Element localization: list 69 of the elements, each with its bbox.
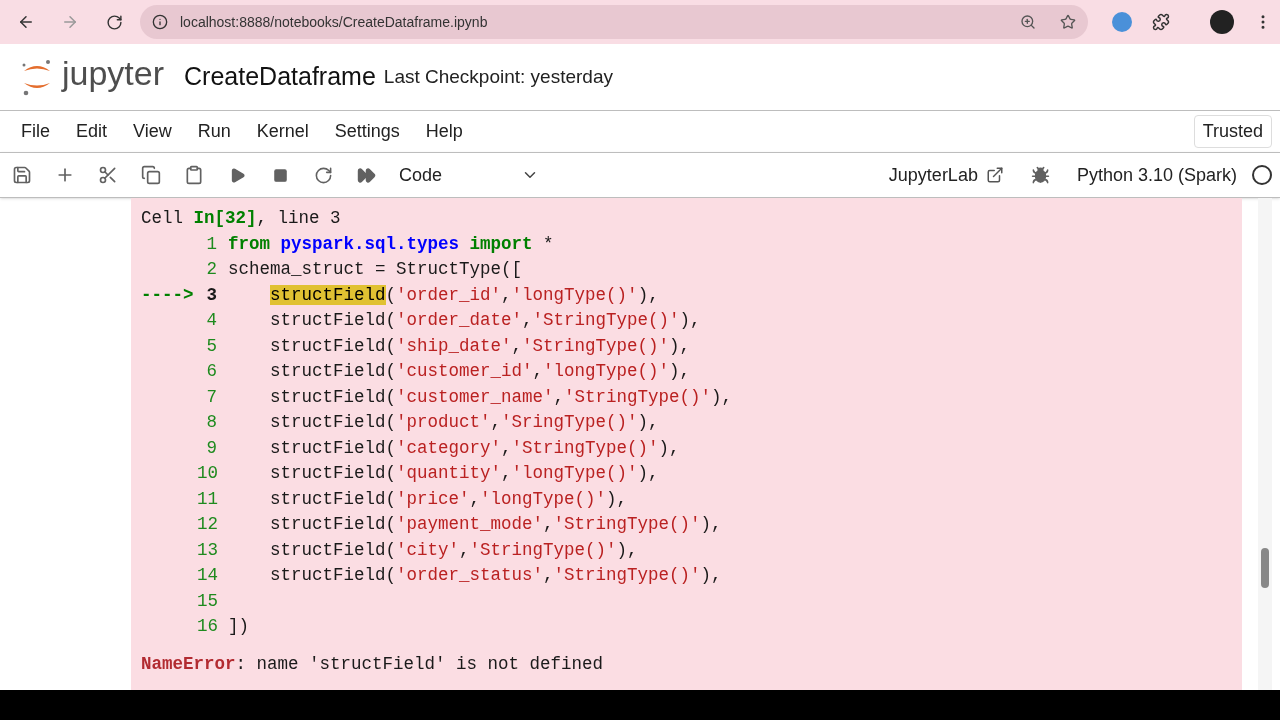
copy-icon — [141, 165, 161, 185]
line-number: 14 — [197, 564, 217, 587]
current-line-arrow: ----> — [141, 283, 195, 307]
jupyter-wordmark: jupyter — [62, 56, 165, 94]
code-line: structField('customer_name','StringType()'), — [270, 385, 733, 409]
external-link-icon — [985, 166, 1004, 184]
notebook-title[interactable]: CreateDataframe — [184, 58, 376, 96]
bookmark-star-icon[interactable] — [1060, 14, 1076, 30]
code-line: structField('city','StringType()'), — [270, 538, 638, 562]
address-bar[interactable]: localhost:8888/notebooks/CreateDataframe.ipynb — [140, 5, 1088, 39]
restart-icon — [313, 165, 333, 185]
line-number: 5 — [205, 334, 217, 358]
line-number: 6 — [205, 360, 217, 383]
code-line: structField('customer_id','longType()'), — [270, 360, 691, 383]
code-line: structField('order_id','longType()'), — [270, 283, 659, 307]
line-number: 9 — [205, 436, 217, 460]
code-line: structField('category','StringType()'), — [270, 436, 680, 460]
code-line: from pyspark.sql.types import * — [228, 232, 554, 256]
menu-item[interactable]: Settings — [321, 118, 413, 145]
code-line: ]) — [228, 615, 249, 638]
line-number: 2 — [205, 258, 217, 281]
kernel-name[interactable]: Python 3.10 (Spark) — [1076, 161, 1237, 189]
error-message: NameError: name 'structField' is not defined — [141, 652, 605, 676]
code-line: structField('payment_mode','StringType()'), — [270, 513, 722, 536]
line-number: 12 — [197, 513, 217, 536]
scrollbar[interactable] — [1258, 198, 1272, 690]
profile-avatar[interactable] — [1210, 10, 1234, 34]
line-number: 8 — [205, 411, 217, 434]
line-number: 13 — [197, 538, 217, 562]
checkpoint-text: Last Checkpoint: yesterday — [383, 64, 613, 89]
code-line: structField('ship_date','StringType()'), — [270, 334, 691, 358]
code-line: schema_struct = StructType([ — [228, 258, 523, 281]
line-number: 1 — [205, 232, 217, 256]
code-line: structField('order_date','StringType()'), — [270, 309, 701, 332]
code-line: structField('order_status','StringType()'), — [270, 564, 722, 587]
reload-icon — [105, 13, 123, 31]
traceback-header: Cell In[32], line 3 — [141, 207, 342, 230]
code-line: structField('price','longType()'), — [270, 487, 628, 511]
stop-icon — [272, 167, 288, 183]
line-number: 11 — [197, 487, 217, 511]
line-number: 16 — [197, 615, 217, 638]
cell-type-dropdown[interactable]: Code — [399, 161, 539, 189]
forward-arrow-icon — [61, 13, 79, 31]
fast-forward-icon — [356, 165, 376, 185]
puzzle-icon[interactable] — [1152, 13, 1170, 31]
info-icon[interactable] — [152, 14, 168, 30]
jupyterlab-link[interactable]: JupyterLab — [888, 161, 1004, 189]
trusted-button[interactable]: Trusted — [1193, 115, 1272, 148]
code-line: structField('product','SringType()'), — [270, 411, 659, 434]
extension-icon[interactable] — [1112, 12, 1132, 32]
clipboard-icon — [184, 165, 204, 185]
menu-item[interactable]: File — [8, 118, 63, 145]
menu-item[interactable]: Help — [412, 118, 476, 145]
zoom-icon[interactable] — [1020, 14, 1036, 30]
scissors-icon — [98, 165, 118, 185]
line-number: 15 — [197, 589, 217, 613]
kernel-status-icon — [1252, 165, 1272, 185]
line-number: 3 — [205, 283, 217, 307]
menu-item[interactable]: Kernel — [243, 118, 322, 145]
menu-item[interactable]: Run — [184, 118, 244, 145]
code-line: structField('quantity','longType()'), — [270, 462, 659, 485]
line-number: 10 — [197, 462, 217, 485]
line-number: 4 — [205, 309, 217, 332]
line-number: 7 — [205, 385, 217, 409]
debugger-icon[interactable] — [1030, 165, 1050, 185]
save-icon — [12, 165, 32, 185]
menu-item[interactable]: View — [120, 118, 185, 145]
url-text: localhost:8888/notebooks/CreateDataframe.ipynb — [180, 12, 488, 32]
menu-item[interactable]: Edit — [63, 118, 121, 145]
